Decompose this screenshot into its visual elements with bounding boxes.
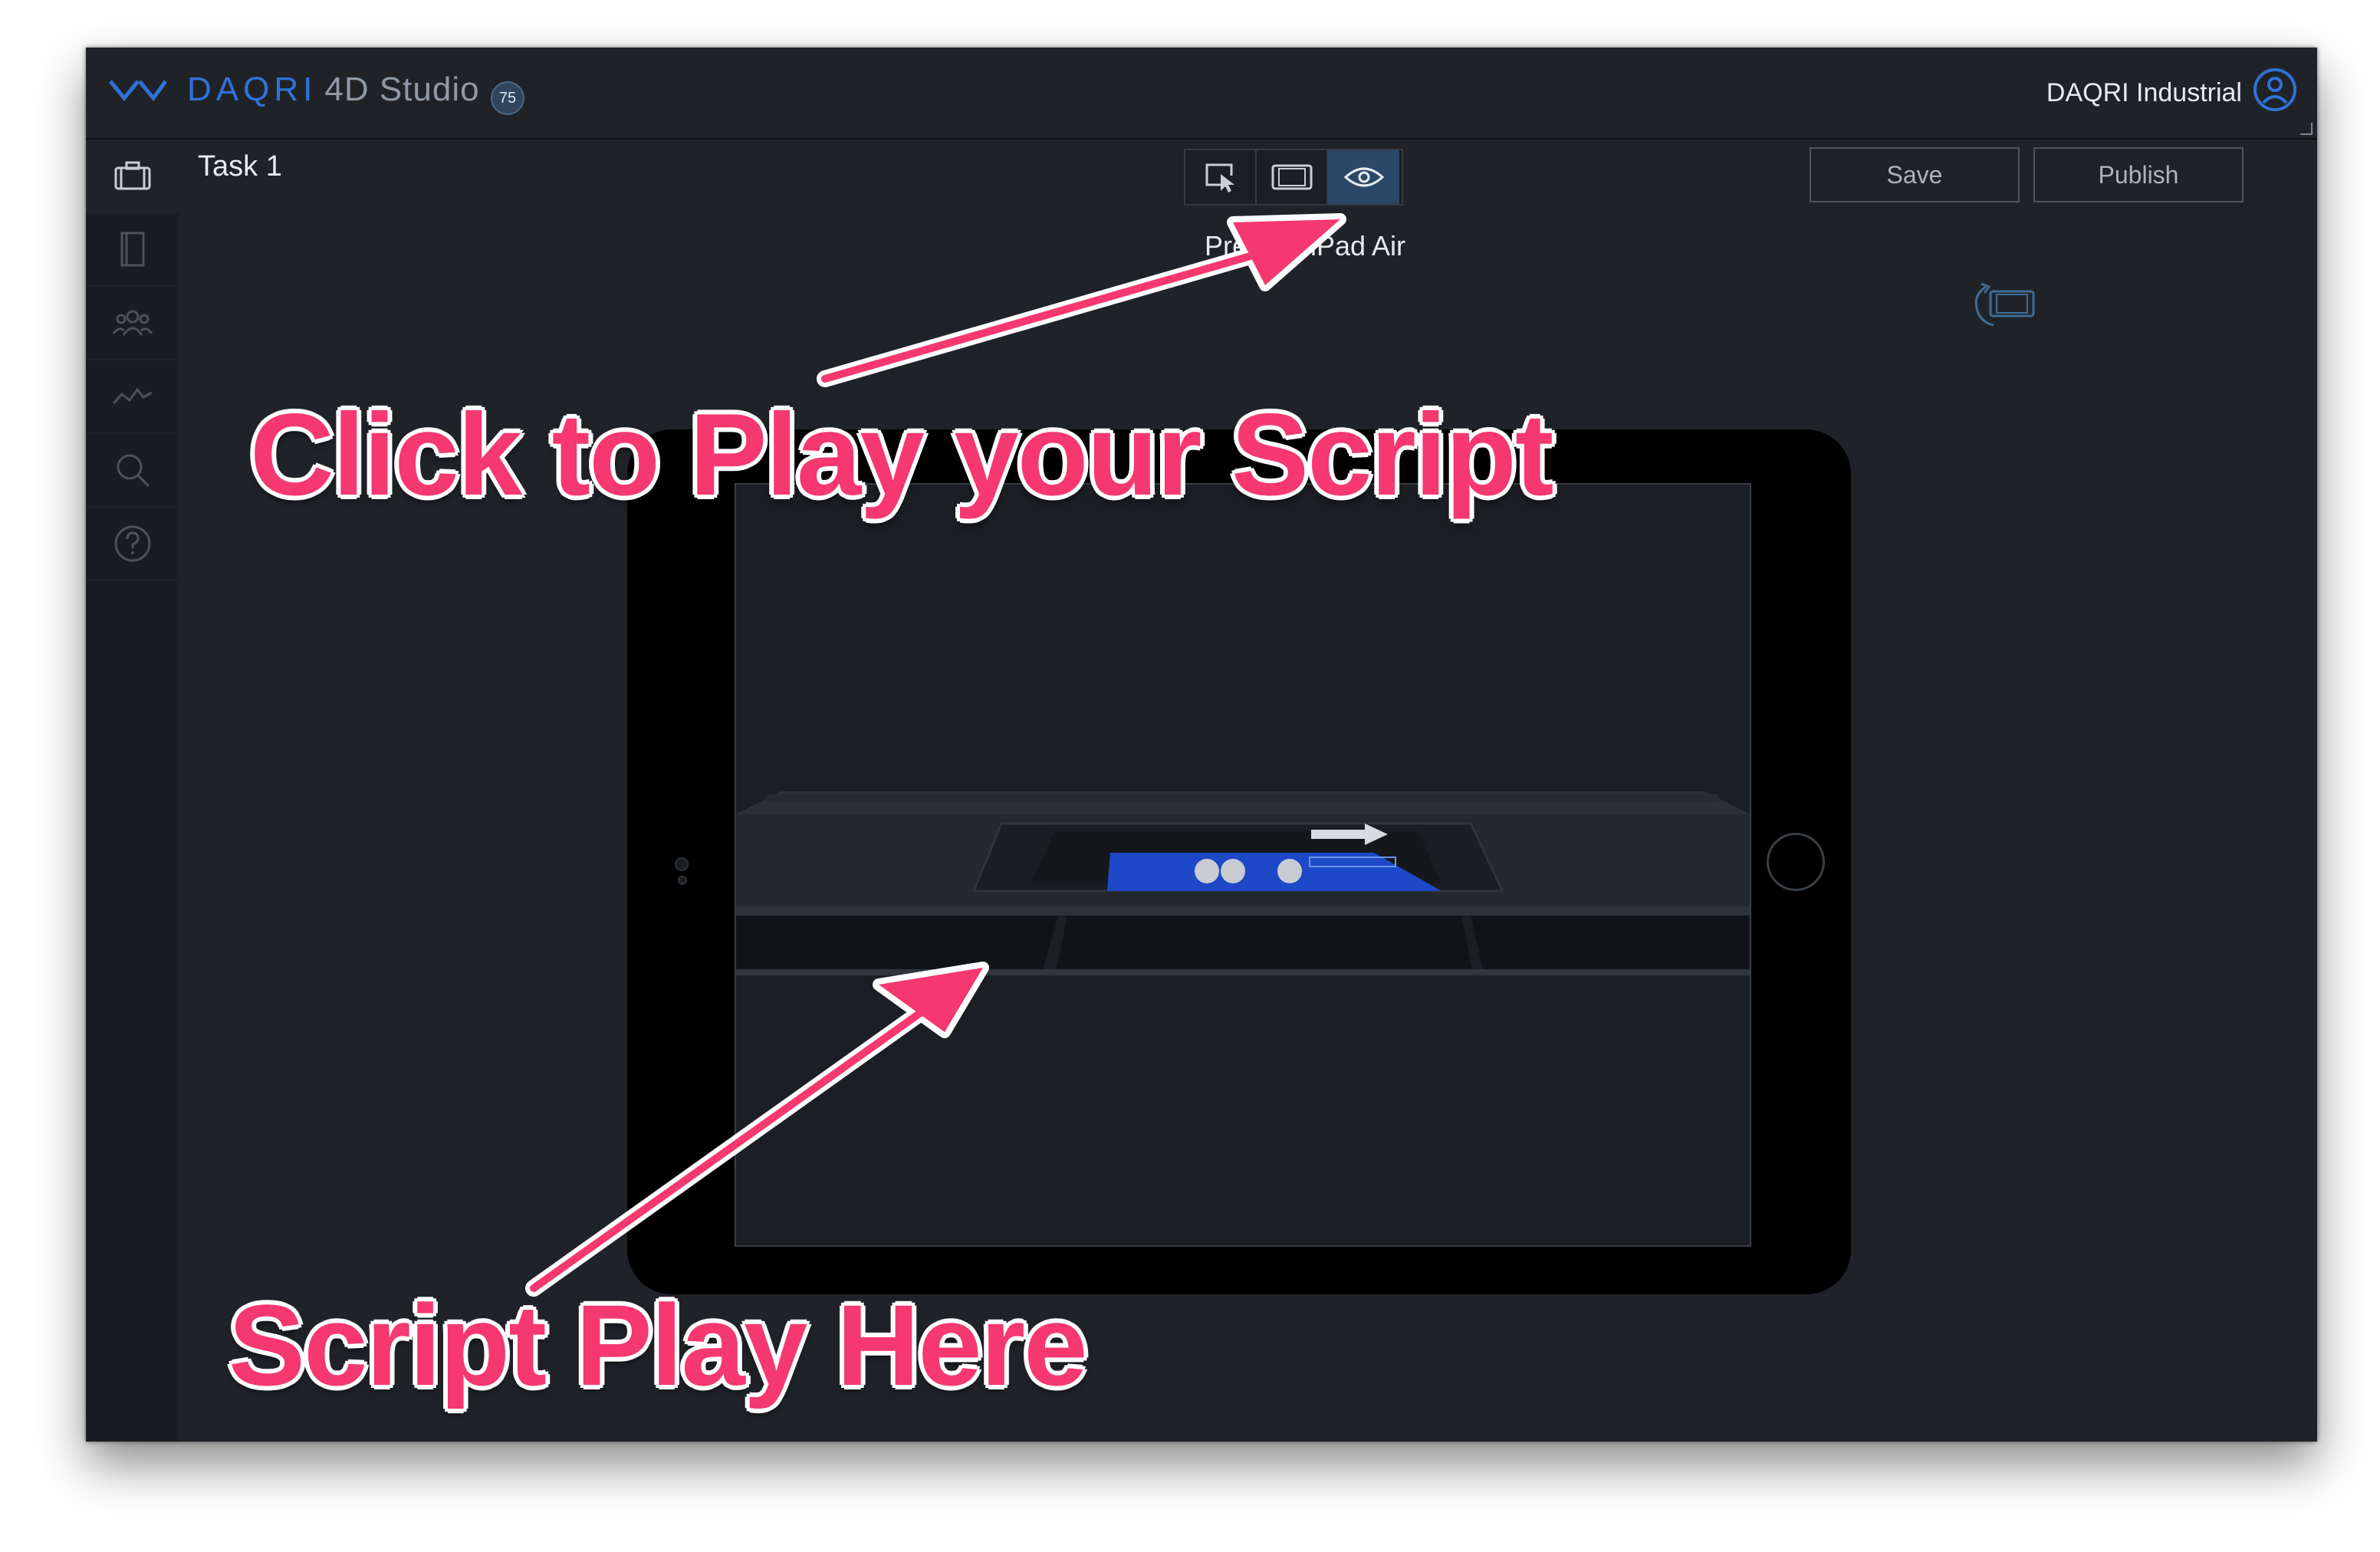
play-hint-annotation: Click to Play your Script: [250, 390, 1554, 520]
sidebar-item-library[interactable]: [86, 213, 179, 287]
preview-mode-button[interactable]: [1328, 150, 1399, 204]
brand-name: DAQRI: [187, 71, 317, 108]
account-name[interactable]: DAQRI Industrial: [2046, 78, 2242, 108]
resize-grip[interactable]: [2300, 123, 2313, 135]
sidebar: [86, 140, 179, 1442]
task-title: Task 1: [198, 150, 282, 182]
title-bar: DAQRI 4D Studio 75 DAQRI Industrial: [86, 48, 2317, 140]
home-button[interactable]: [1767, 833, 1825, 891]
sidebar-item-users[interactable]: [86, 287, 179, 360]
app-window: DAQRI 4D Studio 75 DAQRI Industrial Task…: [86, 48, 2317, 1442]
daqri-logo-icon: [109, 80, 167, 101]
select-cursor-icon: [1205, 163, 1234, 192]
users-icon: [112, 310, 153, 336]
activity-icon: [112, 387, 153, 405]
version-badge: 75: [491, 81, 524, 115]
view-mode-switcher: [1184, 149, 1403, 206]
sensor-dot: [678, 876, 687, 885]
publish-button[interactable]: Publish: [2033, 147, 2244, 202]
script-preview-render: [736, 791, 1750, 975]
device-mode-button[interactable]: [1257, 150, 1328, 204]
play-area-annotation: Script Play Here: [228, 1281, 1088, 1409]
sidebar-item-tasks[interactable]: [86, 140, 179, 213]
search-icon: [117, 454, 150, 488]
tablet-icon: [1271, 164, 1312, 190]
product-name: 4D Studio: [324, 71, 480, 108]
book-icon: [120, 232, 145, 267]
script-preview-screen[interactable]: [735, 483, 1751, 1247]
sidebar-item-analytics[interactable]: [86, 360, 179, 434]
save-button[interactable]: Save: [1810, 147, 2020, 202]
briefcase-icon: [114, 161, 151, 190]
edit-mode-button[interactable]: [1185, 150, 1257, 204]
ipad-frame: [627, 429, 1851, 1294]
user-avatar-icon[interactable]: [2253, 67, 2297, 112]
help-icon: [114, 525, 151, 562]
camera-dot: [675, 857, 689, 871]
rotate-device-icon[interactable]: [1972, 281, 2038, 330]
eye-icon: [1343, 167, 1384, 187]
sidebar-item-search[interactable]: [86, 434, 179, 508]
sidebar-item-help[interactable]: [86, 508, 179, 581]
preview-device-label: Preview iPad Air: [1204, 230, 1406, 261]
app-name: DAQRI 4D Studio: [187, 71, 480, 109]
